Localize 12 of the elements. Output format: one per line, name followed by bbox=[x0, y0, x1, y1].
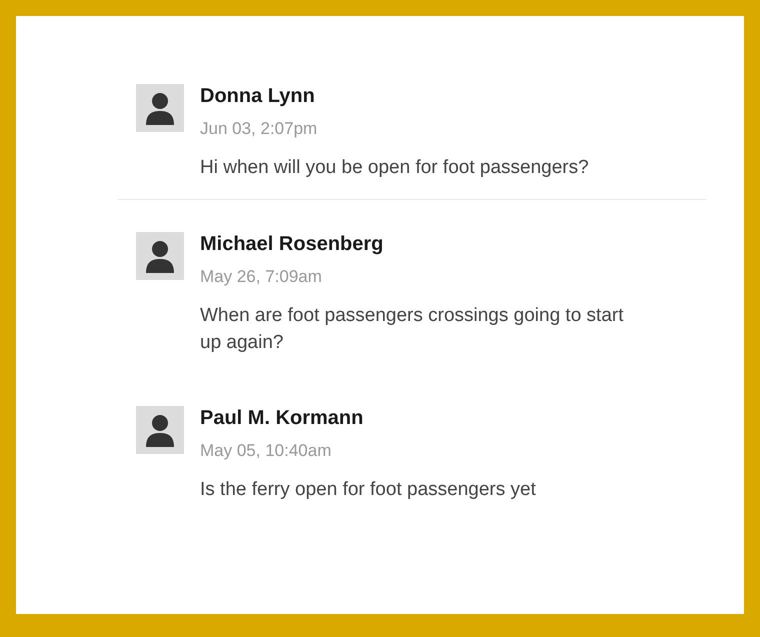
author-name: Michael Rosenberg bbox=[200, 232, 384, 256]
avatar-icon bbox=[136, 406, 184, 454]
comment-date: May 26, 7:09am bbox=[200, 266, 323, 288]
comment-text: Is the ferry open for foot passengers yet bbox=[200, 478, 537, 502]
comment-text: When are foot passengers crossings going to start up again? bbox=[200, 304, 625, 355]
author-name: Donna Lynn bbox=[200, 84, 316, 108]
author-name: Paul M. Kormann bbox=[200, 406, 364, 430]
comment-text: Hi when will you be open for foot passengers? bbox=[200, 156, 590, 180]
comment-date: Jun 03, 2:07pm bbox=[200, 118, 318, 140]
avatar-icon bbox=[136, 232, 184, 280]
comment-date: May 05, 10:40am bbox=[200, 440, 332, 462]
avatar-icon bbox=[136, 84, 184, 132]
